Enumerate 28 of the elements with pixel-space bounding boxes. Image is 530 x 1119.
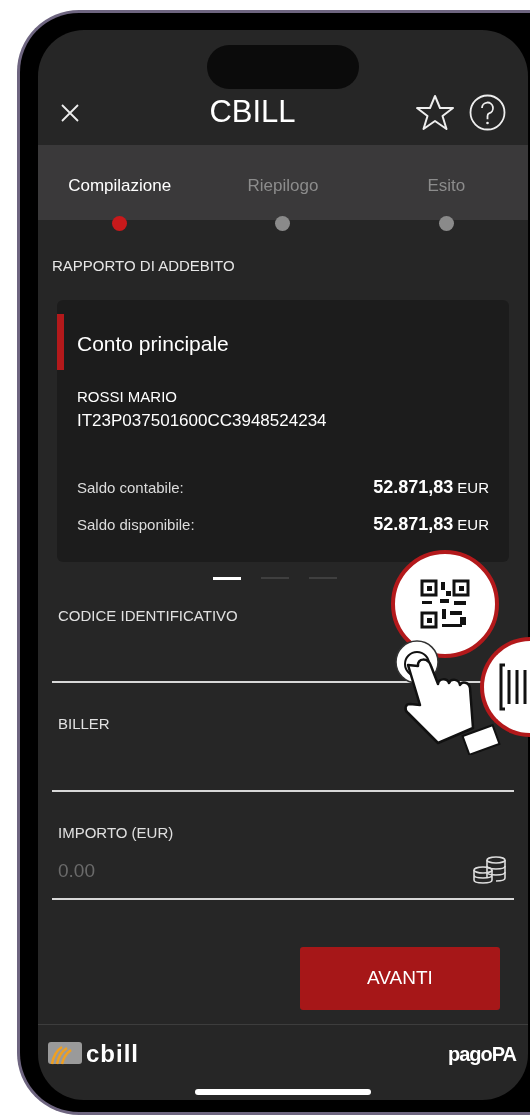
cbill-logo: cbill [86, 1042, 139, 1066]
field-label: BILLER [57, 714, 111, 734]
account-name: Conto principale [77, 330, 229, 357]
balance-label: Saldo contabile: [77, 477, 184, 498]
input-field[interactable]: 0.00 [58, 856, 472, 886]
currency-label: EUR [457, 514, 489, 535]
balance-amount: 52.871,83 [373, 475, 454, 499]
accent-bar [57, 313, 64, 370]
help-icon[interactable] [469, 94, 506, 131]
star-icon[interactable] [415, 93, 455, 132]
field-label: CODICE IDENTIFICATIVO [57, 605, 239, 626]
field-label: IMPORTO (EUR) [57, 822, 175, 843]
account-iban: IT23P037501600CC3948524234 [77, 410, 328, 432]
barcode-icon [498, 662, 528, 712]
account-holder: ROSSI MARIO [77, 386, 178, 407]
next-button[interactable]: AVANTI [300, 947, 500, 1010]
section-title: RAPPORTO DI ADDEBITO [52, 256, 236, 276]
balance-label: Saldo disponibile: [77, 514, 195, 535]
logo-icon [46, 1042, 82, 1066]
balance-amount: 52.871,83 [373, 512, 454, 536]
close-icon[interactable] [60, 102, 80, 123]
screen-title: CBILL [209, 93, 296, 132]
qr-code-icon [420, 579, 470, 629]
pagopa-logo: pagoPA [447, 1042, 516, 1067]
step-tab[interactable]: Compilazione [68, 173, 172, 199]
account-card[interactable]: Conto principale ROSSI MARIO IT23P037501600CC3948524234 Saldo contabile: 52.871,83 EUR Saldo disponibile: 52.871,83 EUR [57, 299, 509, 562]
currency-label: EUR [457, 477, 489, 498]
coins-icon [472, 856, 508, 886]
